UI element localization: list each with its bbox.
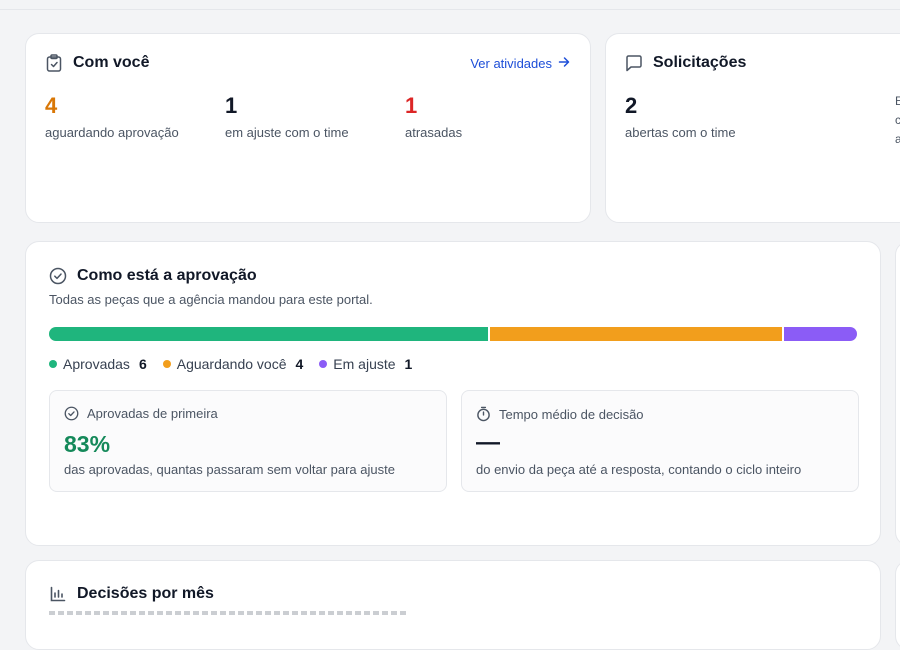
approval-progress-bar [49, 327, 857, 341]
legend-dot [319, 360, 328, 368]
solicitacoes-card: Solicitações 2 abertas com o time E c a [605, 33, 900, 223]
avg-time-desc: do envio da peça até a resposta, contand… [476, 462, 802, 477]
approval-legend: Aprovadas 6 Aguardando você 4 Em ajuste … [49, 356, 428, 372]
stat-aguardando: 4 aguardando aprovação [45, 93, 179, 141]
ver-atividades-link[interactable]: Ver atividades [470, 56, 570, 71]
stat-label: aguardando aprovação [45, 125, 179, 140]
avg-time-title: Tempo médio de decisão [499, 406, 644, 422]
legend-aguardando: Aguardando você 4 [162, 356, 304, 372]
stat-value: 1 [225, 93, 238, 118]
solicitacoes-title: Solicitações [653, 54, 747, 71]
cut-text-line: c [895, 113, 900, 127]
timer-icon [476, 406, 491, 422]
progress-segment-1 [49, 327, 488, 341]
legend-label: Aprovadas [63, 356, 130, 372]
com-voce-title: Com você [73, 54, 150, 71]
right-partial-card [895, 241, 900, 546]
first-pass-value: 83% [64, 431, 111, 457]
check-circle-icon [49, 267, 67, 285]
stat-label: em ajuste com o time [225, 125, 349, 140]
legend-count: 4 [295, 356, 304, 372]
stat-label: atrasadas [405, 125, 463, 140]
first-pass-card: Aprovadas de primeira 83% das aprovadas,… [49, 390, 447, 492]
avg-time-value: — [476, 429, 500, 456]
legend-label: Em ajuste [333, 356, 396, 372]
top-bar [0, 0, 900, 10]
legend-dot [49, 360, 57, 368]
stat-abertas: 2 abertas com o time [625, 93, 736, 141]
legend-dot [162, 360, 171, 368]
cut-text-line: a [895, 132, 900, 146]
progress-segment-3 [783, 327, 857, 341]
stat-value: 2 [625, 93, 638, 118]
aprovacao-card: Como está a aprovação Todas as peças que… [25, 241, 881, 546]
legend-count: 1 [404, 356, 413, 372]
ver-atividades-label: Ver atividades [470, 56, 552, 71]
stat-value: 1 [405, 93, 418, 118]
cut-text-line: E [895, 94, 900, 108]
cut-text: E c a [895, 92, 900, 149]
stat-label: abertas com o time [625, 125, 736, 140]
decisoes-title: Decisões por mês [77, 585, 214, 602]
com-voce-card: Com você Ver atividades 4 aguardando apr… [25, 33, 591, 223]
arrow-right-icon [558, 56, 570, 71]
legend-label: Aguardando você [176, 356, 287, 372]
decisoes-card: Decisões por mês [25, 560, 881, 650]
bar-chart-icon [49, 585, 67, 603]
avg-time-card: Tempo médio de decisão — do envio da peç… [461, 390, 859, 492]
legend-count: 6 [138, 356, 147, 372]
stat-value: 4 [45, 93, 58, 118]
stat-em-ajuste: 1 em ajuste com o time [225, 93, 349, 141]
first-pass-desc: das aprovadas, quantas passaram sem volt… [64, 462, 395, 477]
first-pass-title: Aprovadas de primeira [87, 406, 218, 421]
aprovacao-title: Como está a aprovação [77, 267, 257, 284]
legend-aprovadas: Aprovadas 6 [49, 356, 147, 372]
progress-segment-2 [489, 327, 782, 341]
stat-atrasadas: 1 atrasadas [405, 93, 463, 141]
clipboard-check-icon [45, 54, 63, 72]
decisoes-subtitle-cut [49, 611, 409, 615]
legend-em-ajuste: Em ajuste 1 [319, 356, 412, 372]
check-circle-icon [64, 406, 79, 421]
aprovacao-subtitle: Todas as peças que a agência mandou para… [49, 292, 373, 307]
message-square-icon [625, 54, 643, 72]
right-partial-card-bottom [895, 560, 900, 650]
